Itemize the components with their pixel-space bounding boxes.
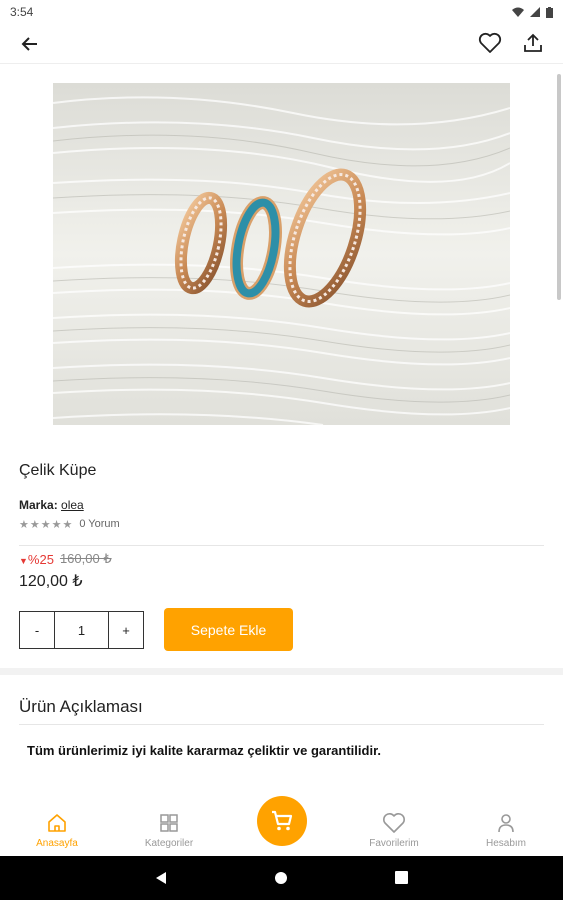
add-to-cart-button[interactable]: Sepete Ekle — [164, 608, 293, 651]
status-time: 3:54 — [10, 5, 34, 19]
heart-outline-icon — [478, 32, 502, 53]
wifi-icon — [512, 7, 524, 17]
back-button[interactable] — [16, 30, 44, 58]
old-price: 160,00 ₺ — [59, 551, 112, 566]
cart-button[interactable] — [257, 796, 307, 846]
nav-account[interactable]: Hesabım — [461, 812, 551, 849]
current-price: 120,00 ₺ — [19, 573, 83, 590]
section-separator — [0, 668, 563, 675]
nav-home[interactable]: Anasayfa — [12, 812, 102, 849]
description-title: Ürün Açıklaması — [19, 697, 143, 716]
back-arrow-icon — [21, 37, 37, 51]
rating[interactable]: ★★★★★ 0 Yorum — [19, 518, 120, 531]
system-home-icon[interactable] — [274, 871, 288, 885]
quantity-stepper: - 1 + — [19, 611, 144, 649]
review-count: 0 Yorum — [79, 518, 120, 530]
earrings-photo — [53, 83, 510, 425]
discount-percent: %25 — [27, 551, 54, 567]
nav-account-label: Hesabım — [485, 838, 526, 849]
decrease-quantity-button[interactable]: - — [20, 612, 54, 648]
brand-line: Marka: olea — [19, 498, 84, 512]
discount-arrow-icon: ▼ — [19, 555, 28, 566]
increase-quantity-button[interactable]: + — [109, 612, 143, 648]
share-icon — [524, 33, 542, 52]
brand-label: Marka: — [19, 498, 58, 512]
brand-link[interactable]: olea — [61, 498, 84, 512]
signal-icon — [530, 7, 540, 17]
share-button[interactable] — [519, 29, 547, 57]
product-title: Çelik Küpe — [19, 462, 97, 479]
divider — [19, 545, 544, 546]
heart-icon — [383, 813, 405, 833]
battery-icon — [546, 6, 553, 18]
status-icons — [512, 6, 553, 18]
favorite-button[interactable] — [476, 29, 504, 57]
discount-badge: ▼%25 — [19, 552, 54, 567]
system-recents-icon[interactable] — [395, 871, 408, 884]
grid-icon — [160, 814, 178, 832]
system-back-icon[interactable] — [154, 871, 168, 885]
nav-favorites[interactable]: Favorilerim — [349, 812, 439, 849]
system-nav-bar — [0, 856, 563, 900]
product-image[interactable] — [53, 83, 510, 425]
user-icon — [498, 814, 514, 833]
nav-categories[interactable]: Kategoriler — [124, 812, 214, 849]
quantity-value[interactable]: 1 — [54, 612, 109, 648]
nav-favorites-label: Favorilerim — [369, 838, 419, 849]
cart-icon — [272, 810, 293, 831]
rating-stars: ★★★★★ — [19, 519, 74, 531]
discount-line: ▼%25 160,00 ₺ — [19, 551, 112, 567]
app-bar — [0, 24, 563, 64]
status-bar: 3:54 — [0, 0, 563, 24]
divider — [19, 724, 544, 725]
nav-home-label: Anasayfa — [36, 838, 78, 849]
home-icon — [48, 814, 66, 832]
nav-categories-label: Kategoriler — [144, 838, 194, 849]
description-text: Tüm ürünlerimiz iyi kalite kararmaz çeli… — [27, 743, 382, 758]
scrollbar[interactable] — [557, 74, 561, 300]
